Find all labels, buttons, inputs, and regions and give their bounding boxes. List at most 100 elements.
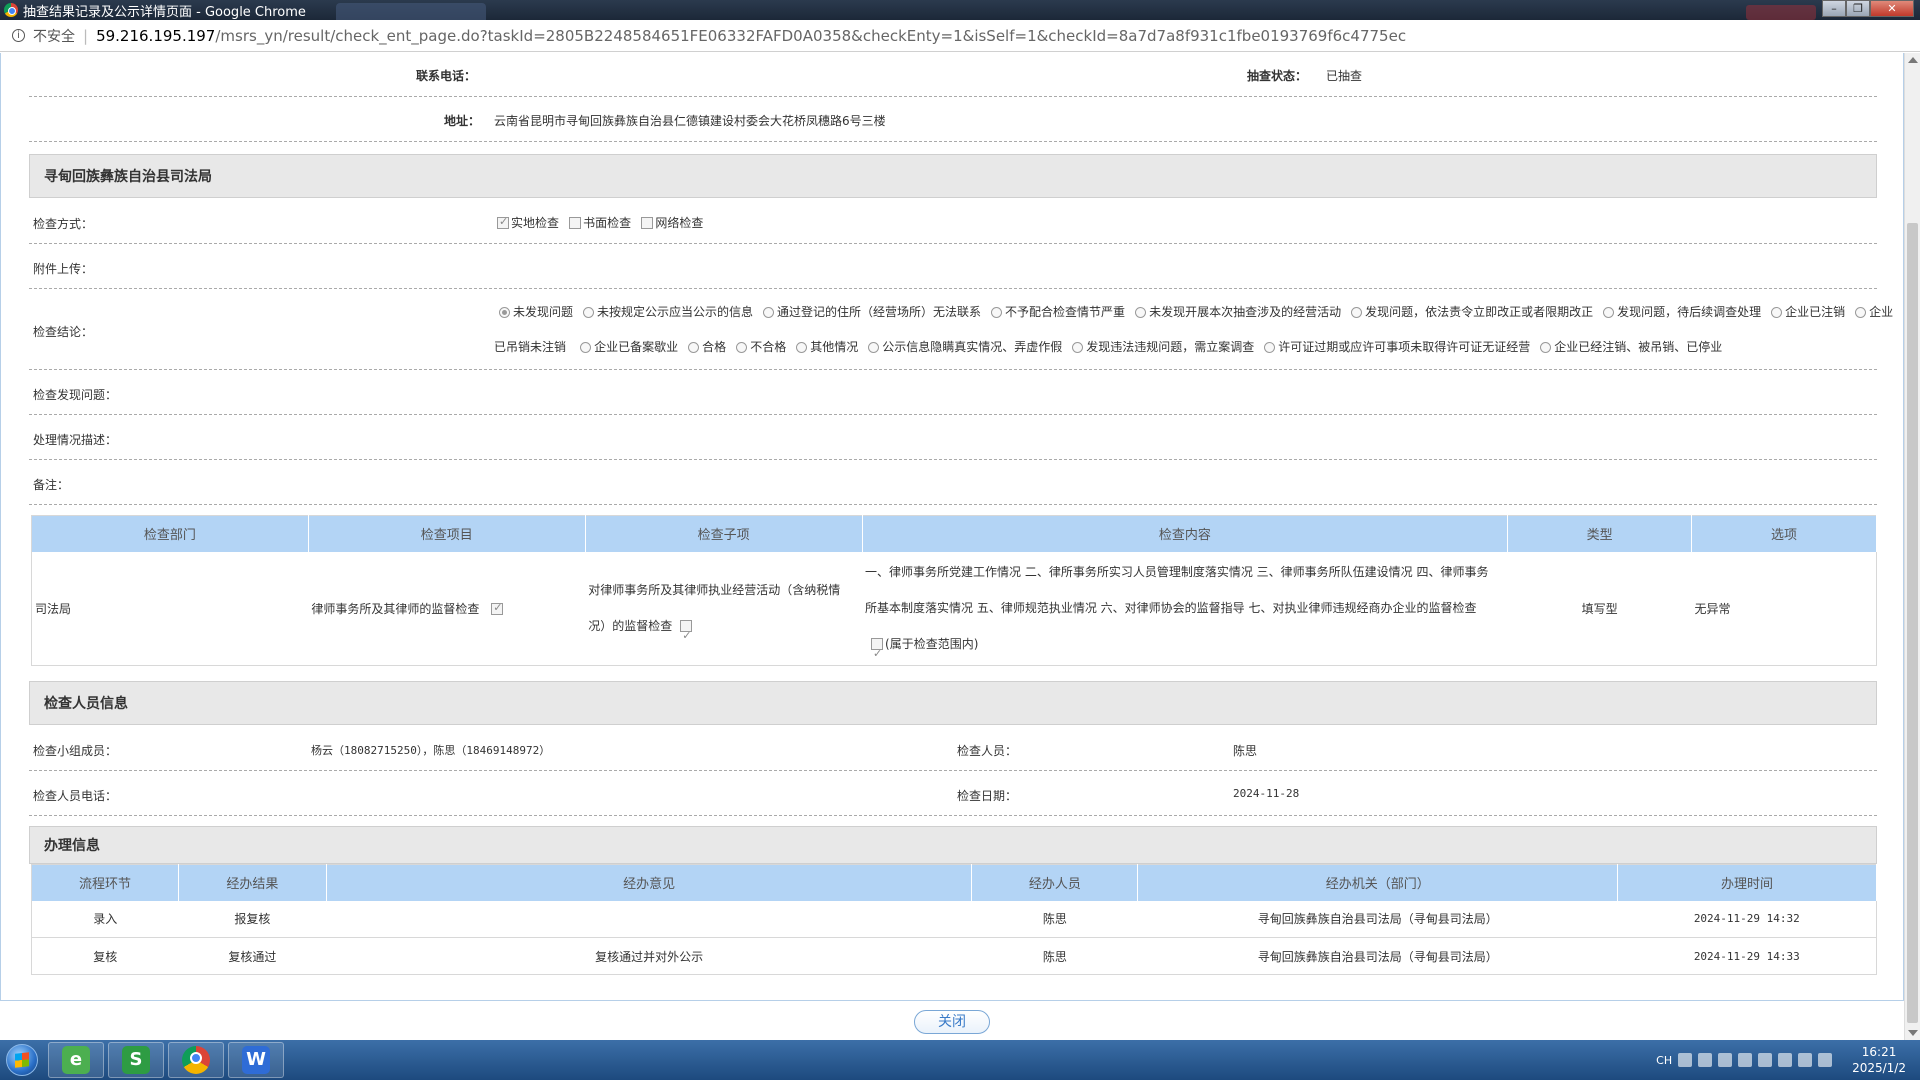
window-controls: – ❐ ✕ xyxy=(1822,0,1914,17)
method-online-label: 网络检查 xyxy=(655,216,704,230)
radio-conclusions_line2[interactable] xyxy=(736,342,748,353)
input-method-icon[interactable] xyxy=(1758,1053,1773,1067)
method-option-written[interactable]: 书面检查 xyxy=(569,216,631,230)
minimize-button[interactable]: – xyxy=(1822,0,1846,17)
radio-conclusions_line1[interactable] xyxy=(499,307,510,318)
radio-conclusions_line2[interactable] xyxy=(796,342,808,353)
conclusions_line1-option[interactable]: 未按规定公示应当公示的信息 xyxy=(573,305,753,319)
browser-tab-highlight[interactable] xyxy=(1746,5,1816,20)
conclusions_line1-option-label: 发现问题，待后续调查处理 xyxy=(1617,305,1762,319)
address-label: 地址： xyxy=(444,114,481,128)
checkbox-written[interactable] xyxy=(569,217,582,229)
radio-conclusions_line1[interactable] xyxy=(583,307,595,318)
conclusions_line2-option[interactable]: 企业已备案歇业 xyxy=(570,340,678,354)
window-close-button[interactable]: ✕ xyxy=(1870,0,1914,17)
conclusions_line1-option[interactable]: 发现问题，依法责令立即改正或者限期改正 xyxy=(1341,305,1593,319)
language-indicator[interactable]: CH xyxy=(1656,1054,1672,1067)
radio-conclusions_line2[interactable] xyxy=(688,342,700,353)
table-row: 复核 复核通过 复核通过并对外公示 陈思 寻甸回族彝族自治县司法局（寻甸县司法局） 202… xyxy=(31,937,1877,975)
conclusions_line2-option[interactable]: 企业已经注销、被吊销、已停业 xyxy=(1530,340,1722,354)
checkbox-item[interactable] xyxy=(491,601,504,615)
conclusions_line2-option-label: 发现违法违规问题，需立案调查 xyxy=(1086,340,1255,354)
shield-icon[interactable] xyxy=(1718,1053,1733,1067)
taskbar: e S W CH 16:21 2025/1/2 xyxy=(0,1040,1920,1080)
chrome-icon xyxy=(182,1046,210,1074)
process-cell: 2024-11-29 14:33 xyxy=(1693,949,1800,963)
taskbar-app[interactable] xyxy=(168,1042,224,1078)
method-option-onsite[interactable]: 实地检查 xyxy=(497,215,559,230)
check-table: 检查部门 检查项目 检查子项 检查内容 类型 选项 司法局 律师事务所及其律师的… xyxy=(31,515,1877,672)
window-title: 抽查结果记录及公示详情页面 - Google Chrome xyxy=(23,4,306,20)
conclusions_line1-option[interactable]: 发现问题，待后续调查处理 xyxy=(1593,305,1761,319)
taskbar-app[interactable]: e xyxy=(48,1042,104,1078)
radio-conclusions_line1[interactable] xyxy=(1135,307,1147,318)
help-icon[interactable] xyxy=(1678,1053,1693,1067)
vertical-scrollbar[interactable] xyxy=(1904,53,1920,1040)
header-agency: 经办机关（部门） xyxy=(1137,864,1619,901)
conclusion-continued-label: 已吊销未注销 xyxy=(494,340,567,354)
checkbox-subitem[interactable] xyxy=(680,618,693,654)
radio-conclusions_line1[interactable] xyxy=(991,307,1003,318)
start-button[interactable] xyxy=(0,1040,44,1080)
clock[interactable]: 16:21 2025/1/2 xyxy=(1852,1044,1906,1076)
conclusions_line1-option[interactable]: 企业 xyxy=(1845,305,1893,319)
checkbox-content[interactable] xyxy=(871,636,884,672)
conclusions_line1-option[interactable]: 通过登记的住所（经营场所）无法联系 xyxy=(753,305,981,319)
status-value: 已抽查 xyxy=(1326,69,1363,83)
windows-logo-icon xyxy=(6,1044,38,1076)
browser-tab[interactable] xyxy=(336,3,486,20)
volume-icon[interactable] xyxy=(1798,1053,1813,1067)
conclusions_line2-option[interactable]: 合格 xyxy=(678,340,726,354)
conclusions_line2-option-label: 不合格 xyxy=(750,340,787,354)
conclusions_line1-option[interactable]: 未发现开展本次抽查涉及的经营活动 xyxy=(1125,305,1341,319)
radio-conclusions_line1[interactable] xyxy=(1855,307,1867,318)
checkbox-online[interactable] xyxy=(641,217,654,229)
radio-conclusions_line1[interactable] xyxy=(1771,307,1783,318)
close-button[interactable]: 关闭 xyxy=(914,1010,990,1034)
conclusion-options-line2: 已吊销未注销 企业已备案歇业 合格 不合格 其他情况 公示信息隐瞒真实情况、弄虚作假 发现… xyxy=(494,338,1722,355)
radio-conclusions_line2[interactable] xyxy=(868,342,880,353)
info-icon[interactable]: i xyxy=(12,29,25,42)
date-value: 2024-11-28 xyxy=(1233,787,1300,800)
scroll-down-icon[interactable] xyxy=(1908,1030,1918,1036)
address-bar[interactable]: i 不安全 | 59.216.195.197/msrs_yn/result/ch… xyxy=(0,20,1920,52)
radio-conclusions_line2[interactable] xyxy=(1264,342,1276,353)
conclusions_line1-option[interactable]: 未发现问题 xyxy=(489,305,573,319)
scrollbar-thumb[interactable] xyxy=(1907,223,1918,1023)
radio-conclusions_line1[interactable] xyxy=(763,307,775,318)
conclusions_line1-option[interactable]: 不予配合检查情节严重 xyxy=(981,305,1125,319)
header-type: 类型 xyxy=(1507,515,1693,552)
lock-icon[interactable] xyxy=(1738,1053,1753,1067)
method-option-online[interactable]: 网络检查 xyxy=(641,216,703,230)
team-label: 检查小组成员： xyxy=(33,744,118,758)
phone-label: 联系电话： xyxy=(416,69,477,83)
maximize-button[interactable]: ❐ xyxy=(1846,0,1870,17)
radio-conclusions_line2[interactable] xyxy=(1072,342,1084,353)
taskbar-apps: eS W xyxy=(44,1042,284,1078)
conclusions_line2-option[interactable]: 许可证过期或应许可事项未取得许可证无证经营 xyxy=(1254,340,1530,354)
conclusions_line2-option[interactable]: 公示信息隐瞒真实情况、弄虚作假 xyxy=(858,340,1062,354)
conclusions_line1-option[interactable]: 企业已注销 xyxy=(1761,305,1845,319)
conclusions_line1-option-label: 未发现问题 xyxy=(513,305,574,319)
radio-conclusions_line2[interactable] xyxy=(1540,342,1552,353)
conclusions_line2-option[interactable]: 不合格 xyxy=(726,340,786,354)
taskbar-app[interactable]: W xyxy=(228,1042,284,1078)
url-path[interactable]: /msrs_yn/result/check_ent_page.do?taskId… xyxy=(215,27,1406,45)
action-center-icon[interactable] xyxy=(1818,1053,1833,1067)
url-host[interactable]: 59.216.195.197 xyxy=(96,27,215,45)
radio-conclusions_line2[interactable] xyxy=(580,342,592,353)
conclusions_line2-option-label: 企业已备案歇业 xyxy=(594,340,679,354)
scroll-up-icon[interactable] xyxy=(1908,57,1918,63)
conclusions_line2-option[interactable]: 发现违法违规问题，需立案调查 xyxy=(1062,340,1254,354)
app-tray-icon[interactable] xyxy=(1778,1053,1793,1067)
process-cell xyxy=(326,901,972,938)
conclusions_line1-option-label: 通过登记的住所（经营场所）无法联系 xyxy=(777,305,982,319)
system-tray: CH 16:21 2025/1/2 xyxy=(1656,1040,1906,1080)
taskbar-app[interactable]: S xyxy=(108,1042,164,1078)
wps-sheet-icon: S xyxy=(122,1046,150,1074)
radio-conclusions_line1[interactable] xyxy=(1351,307,1363,318)
conclusions_line2-option[interactable]: 其他情况 xyxy=(786,340,858,354)
checkbox-onsite[interactable] xyxy=(497,215,509,229)
network-icon[interactable] xyxy=(1698,1053,1713,1067)
radio-conclusions_line1[interactable] xyxy=(1603,307,1615,318)
